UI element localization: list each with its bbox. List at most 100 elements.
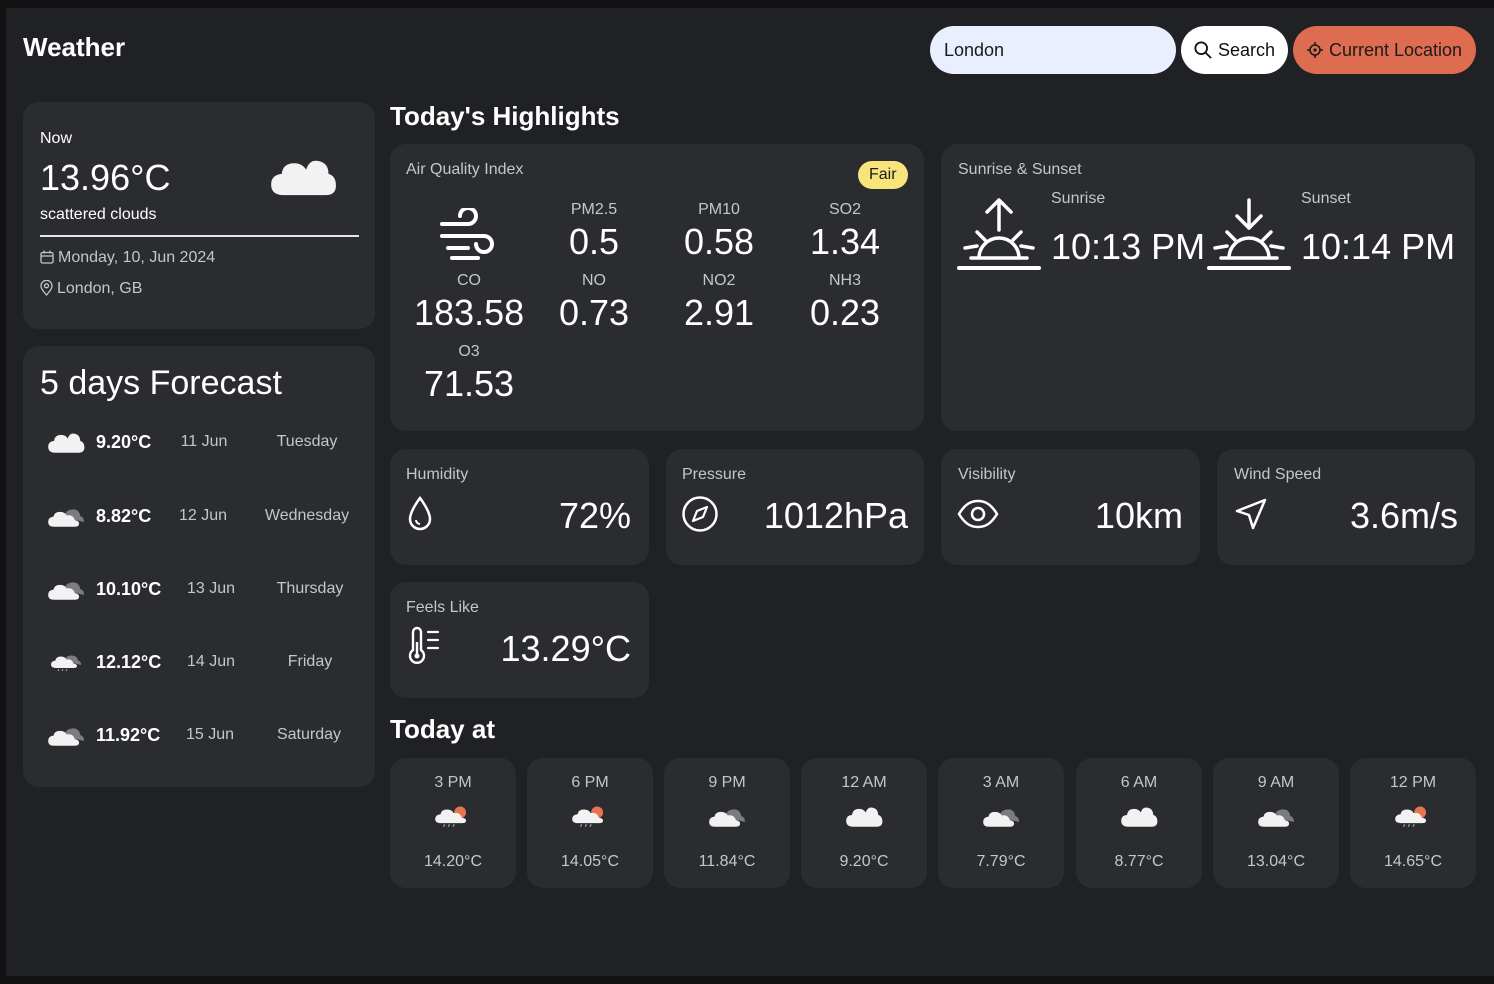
compass-icon: [682, 496, 718, 532]
wind-speed-label: Wind Speed: [1234, 466, 1322, 483]
forecast-date: 13 Jun: [186, 580, 236, 597]
aqi-item-pm10: PM10 0.58: [664, 201, 774, 263]
sunrise-label: Sunrise: [1051, 190, 1106, 207]
cloud-icon: [845, 804, 883, 828]
hour-temp: 11.84°C: [698, 853, 756, 870]
aqi-item-value: 183.58: [414, 292, 525, 333]
forecast-date: 15 Jun: [185, 726, 235, 743]
hourly-card: 9 PM 11.84°C: [664, 758, 790, 888]
hour-time: 9 PM: [708, 774, 746, 791]
aqi-item-name: PM2.5: [570, 201, 618, 218]
forecast-temp: 10.10°C: [96, 579, 162, 599]
current-location: London, GB: [57, 280, 143, 297]
hour-temp: 7.79°C: [976, 853, 1026, 870]
sunset-time: 10:14 PM: [1301, 226, 1456, 267]
location-pin-icon: [40, 280, 53, 296]
feels-like-card: Feels Like 13.29°C: [390, 582, 649, 698]
forecast-weekday: Tuesday: [276, 433, 338, 450]
hour-temp: 13.04°C: [1247, 853, 1305, 870]
aqi-item-pm25: PM2.5 0.5: [539, 201, 649, 263]
forecast-date: 12 Jun: [178, 507, 228, 524]
air-quality-card: Air Quality Index Fair PM2.5 0.5 PM10 0.58…: [390, 144, 924, 431]
overcast-icon: [982, 804, 1020, 828]
aqi-item-no: NO 0.73: [539, 272, 649, 334]
hour-temp: 8.77°C: [1114, 853, 1164, 870]
hour-temp: 14.20°C: [424, 853, 482, 870]
sun-rain-cloud-icon: [1394, 804, 1432, 828]
divider: [40, 235, 359, 237]
sunset-icon: [1207, 198, 1291, 270]
forecast-temp: 11.92°C: [96, 725, 161, 745]
rain-cloud-icon: [50, 650, 82, 674]
aqi-item-so2: SO2 1.34: [790, 201, 900, 263]
aqi-item-value: 0.58: [683, 221, 755, 262]
cloud-icon: [47, 430, 85, 454]
aqi-item-no2: NO2 2.91: [664, 272, 774, 334]
aqi-item-name: NO: [582, 272, 606, 289]
forecast-card: 5 days Forecast 9.20°C 11 Jun Tuesday 8.…: [23, 346, 375, 787]
hourly-card: 3 PM 14.20°C: [390, 758, 516, 888]
forecast-weekday: Saturday: [276, 726, 342, 743]
overcast-icon: [1257, 804, 1295, 828]
hour-time: 6 PM: [571, 774, 609, 791]
hourly-card: 9 AM 13.04°C: [1213, 758, 1339, 888]
humidity-label: Humidity: [406, 466, 469, 483]
visibility-card: Visibility 10km: [941, 449, 1200, 565]
pressure-value: 1012hPa: [763, 495, 908, 536]
forecast-row: 9.20°C 11 Jun Tuesday: [23, 422, 375, 462]
forecast-row: 8.82°C 12 Jun Wednesday: [23, 496, 375, 536]
navigation-arrow-icon: [1235, 498, 1267, 530]
weather-description: scattered clouds: [40, 206, 157, 223]
current-temperature: 13.96°C: [40, 157, 171, 198]
calendar-icon: [40, 250, 54, 264]
hour-time: 6 AM: [1120, 774, 1158, 791]
hour-temp: 14.65°C: [1384, 853, 1442, 870]
forecast-weekday: Wednesday: [264, 507, 350, 524]
sun-label: Sunrise & Sunset: [958, 161, 1082, 178]
search-button-label: Search: [1217, 39, 1276, 60]
sun-rain-cloud-icon: [571, 804, 609, 828]
aqi-item-name: SO2: [828, 201, 861, 218]
forecast-weekday: Thursday: [276, 580, 344, 597]
aqi-item-value: 0.5: [568, 221, 620, 262]
thermometer-icon: [408, 626, 440, 664]
aqi-item-value: 2.91: [683, 292, 755, 333]
forecast-temp: 12.12°C: [96, 652, 162, 672]
aqi-label: Air Quality Index: [406, 161, 524, 178]
search-input[interactable]: [930, 26, 1176, 74]
forecast-title: 5 days Forecast: [40, 364, 282, 402]
aqi-status-badge: Fair: [858, 161, 908, 189]
sunrise-icon: [957, 198, 1041, 270]
aqi-item-name: O3: [458, 343, 480, 360]
forecast-temp: 8.82°C: [96, 506, 152, 526]
overcast-icon: [47, 723, 85, 747]
sunrise-sunset-card: Sunrise & Sunset Sunrise 10:13 PM Sunset…: [941, 144, 1475, 431]
search-button[interactable]: Search: [1181, 26, 1288, 74]
today-at-title: Today at: [390, 714, 495, 744]
forecast-row: 11.92°C 15 Jun Saturday: [23, 715, 375, 755]
aqi-item-value: 0.23: [809, 292, 881, 333]
sunset-label: Sunset: [1301, 190, 1351, 207]
humidity-card: Humidity 72%: [390, 449, 649, 565]
forecast-row: 12.12°C 14 Jun Friday: [23, 642, 375, 682]
hour-temp: 14.05°C: [561, 853, 619, 870]
forecast-date: 11 Jun: [180, 433, 228, 450]
hourly-card: 3 AM 7.79°C: [938, 758, 1064, 888]
current-location-button[interactable]: Current Location: [1293, 26, 1476, 74]
humidity-value: 72%: [558, 495, 631, 536]
wind-speed-card: Wind Speed 3.6m/s: [1217, 449, 1475, 565]
current-weather-card: Now 13.96°C scattered clouds Monday, 10,…: [23, 102, 375, 329]
hour-time: 12 AM: [841, 774, 887, 791]
overcast-icon: [708, 804, 746, 828]
hour-time: 9 AM: [1257, 774, 1295, 791]
weather-app: Weather Search Current Location Now 13.9…: [6, 8, 1494, 976]
forecast-date: 14 Jun: [186, 653, 236, 670]
feels-like-label: Feels Like: [406, 599, 479, 616]
visibility-value: 10km: [1094, 495, 1183, 536]
search-icon: [1194, 41, 1212, 59]
hourly-card: 6 PM 14.05°C: [527, 758, 653, 888]
hour-time: 12 PM: [1389, 774, 1437, 791]
aqi-item-value: 1.34: [809, 221, 881, 262]
aqi-item-name: NO2: [702, 272, 736, 289]
forecast-weekday: Friday: [287, 653, 333, 670]
